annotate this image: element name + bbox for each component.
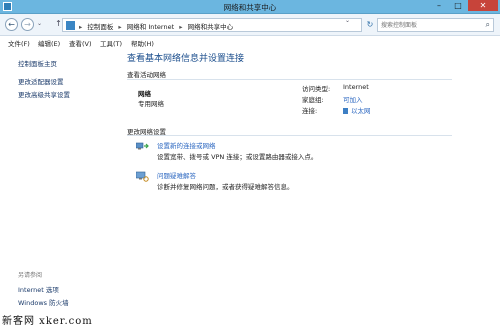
breadcrumb-network-internet[interactable]: 网络和 Internet bbox=[127, 23, 174, 31]
sidebar-change-adapter-settings[interactable]: 更改适配器设置 bbox=[18, 76, 64, 86]
see-also-heading: 另请参阅 bbox=[18, 272, 43, 279]
search-icon[interactable]: ⌕ bbox=[486, 20, 490, 30]
breadcrumb-network-sharing-center[interactable]: 网络和共享中心 bbox=[188, 23, 234, 31]
control-panel-icon bbox=[66, 21, 75, 30]
homegroup-link[interactable]: 可加入 bbox=[343, 94, 363, 104]
breadcrumb[interactable]: ▸ 控制面板 ▸ 网络和 Internet ▸ 网络和共享中心 bbox=[62, 18, 362, 32]
access-type-value: Internet bbox=[343, 83, 369, 91]
setup-connection-link[interactable]: 设置新的连接或网络 bbox=[157, 140, 216, 150]
homegroup-label: 家庭组: bbox=[302, 96, 324, 104]
window-title: 网络和共享中心 bbox=[223, 3, 277, 12]
ethernet-icon bbox=[343, 108, 348, 114]
search-input[interactable] bbox=[378, 19, 478, 31]
minimize-button[interactable]: – bbox=[430, 0, 448, 11]
breadcrumb-separator: ▸ bbox=[118, 23, 122, 31]
troubleshoot-link[interactable]: 问题疑难解答 bbox=[157, 170, 196, 180]
troubleshoot-description: 诊断并修复网络问题，或者获得疑难解答信息。 bbox=[157, 183, 294, 191]
main-content: 查看基本网络信息并设置连接 查看活动网络 网络 专用网络 访问类型: Inter… bbox=[118, 49, 500, 332]
network-name: 网络 bbox=[138, 90, 151, 98]
menu-edit[interactable]: 编辑(E) bbox=[38, 38, 60, 48]
address-dropdown-chevron-icon[interactable]: ⌄ bbox=[345, 17, 350, 24]
access-type-label: 访问类型: bbox=[302, 85, 331, 93]
connections-label: 连接: bbox=[302, 107, 318, 115]
sidebar-control-panel-home[interactable]: 控制面板主页 bbox=[18, 58, 57, 68]
breadcrumb-separator: ▸ bbox=[179, 23, 183, 31]
watermark: 新客网 xker.com bbox=[2, 316, 93, 327]
network-type[interactable]: 专用网络 bbox=[138, 98, 164, 108]
menu-view[interactable]: 查看(V) bbox=[69, 38, 92, 48]
sidebar: 控制面板主页 更改适配器设置 更改高级共享设置 另请参阅 Internet 选项… bbox=[0, 49, 118, 332]
breadcrumb-separator: ▸ bbox=[79, 23, 83, 31]
title-bar: 网络和共享中心 – □ ✕ bbox=[0, 0, 500, 14]
active-networks-heading: 查看活动网络 bbox=[127, 71, 166, 79]
sidebar-windows-firewall[interactable]: Windows 防火墙 bbox=[18, 297, 69, 307]
ethernet-connection-link[interactable]: 以太网 bbox=[343, 105, 371, 115]
network-sharing-center-window: 网络和共享中心 – □ ✕ ← → ⌄ ↑ ▸ 控制面板 ▸ 网络和 Inter… bbox=[0, 0, 500, 332]
address-bar: ← → ⌄ ↑ ▸ 控制面板 ▸ 网络和 Internet ▸ 网络和共享中心 … bbox=[0, 14, 500, 36]
setup-connection-description: 设置宽带、拨号或 VPN 连接；或设置路由器或接入点。 bbox=[157, 153, 318, 161]
section-divider bbox=[127, 79, 452, 80]
back-button[interactable]: ← bbox=[5, 18, 18, 31]
breadcrumb-control-panel[interactable]: 控制面板 bbox=[87, 23, 113, 31]
recent-locations-chevron-icon[interactable]: ⌄ bbox=[37, 20, 42, 27]
sidebar-change-advanced-sharing[interactable]: 更改高级共享设置 bbox=[18, 89, 70, 99]
menu-help[interactable]: 帮助(H) bbox=[131, 38, 154, 48]
troubleshoot-icon bbox=[136, 171, 149, 182]
search-box: ⌕ bbox=[377, 18, 494, 32]
ethernet-label: 以太网 bbox=[351, 107, 371, 115]
maximize-button[interactable]: □ bbox=[449, 0, 467, 11]
sidebar-internet-options[interactable]: Internet 选项 bbox=[18, 284, 59, 294]
refresh-icon[interactable]: ↻ bbox=[364, 18, 376, 32]
page-title: 查看基本网络信息并设置连接 bbox=[127, 54, 245, 64]
network-setup-icon bbox=[136, 142, 149, 150]
forward-button[interactable]: → bbox=[21, 18, 34, 31]
menu-file[interactable]: 文件(F) bbox=[8, 38, 30, 48]
section-divider bbox=[127, 135, 452, 136]
menu-bar: 文件(F) 编辑(E) 查看(V) 工具(T) 帮助(H) bbox=[0, 36, 500, 49]
menu-tools[interactable]: 工具(T) bbox=[100, 38, 122, 48]
close-button[interactable]: ✕ bbox=[468, 0, 498, 11]
